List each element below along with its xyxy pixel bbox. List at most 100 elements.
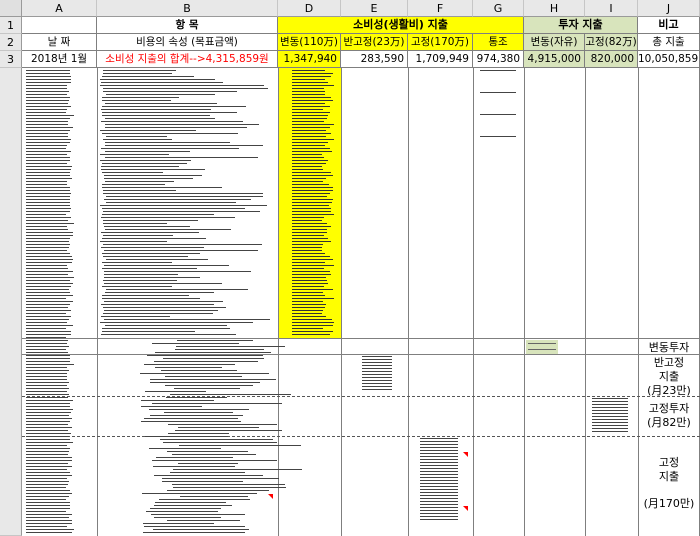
compressed-text (26, 82, 72, 83)
cell-inv-variable-total[interactable]: 4,915,000 (524, 51, 585, 68)
compressed-text (26, 373, 67, 374)
compressed-text (26, 148, 67, 149)
compressed-text (26, 241, 69, 242)
compressed-text (102, 100, 171, 101)
compressed-text (592, 419, 628, 420)
compressed-text (104, 175, 202, 176)
compressed-text (292, 325, 333, 326)
cell-grand-total[interactable]: 10,050,859 (638, 51, 700, 68)
compressed-text (26, 511, 67, 512)
compressed-text (26, 181, 67, 182)
comment-indicator[interactable] (463, 506, 468, 511)
cell-inv-fixed-total[interactable]: 820,000 (585, 51, 638, 68)
compressed-text (140, 373, 269, 374)
compressed-text (155, 457, 233, 458)
header-fixed[interactable]: 고정(170万) (408, 34, 473, 51)
compressed-text (26, 517, 70, 518)
compressed-text (102, 133, 238, 134)
compressed-text (26, 433, 71, 434)
compressed-text (362, 386, 392, 387)
compressed-text (26, 397, 69, 398)
header-semi-fixed[interactable]: 반고정(23万) (341, 34, 408, 51)
compressed-text (592, 413, 628, 414)
row-headers-compressed[interactable] (0, 68, 22, 536)
header-communication[interactable]: 통조 (473, 34, 524, 51)
compressed-text (26, 259, 74, 260)
header-investment[interactable]: 투자 지출 (524, 17, 638, 34)
compressed-text (292, 97, 332, 98)
compressed-text (292, 205, 329, 206)
cell-variable-total[interactable]: 1,347,940 (278, 51, 341, 68)
header-consumption[interactable]: 소비성(생활비) 지출 (278, 17, 524, 34)
cell-fixed-total[interactable]: 1,709,949 (408, 51, 473, 68)
column-header-b[interactable]: B (97, 0, 278, 17)
header-item[interactable]: 항 목 (97, 17, 278, 34)
compressed-text (26, 319, 70, 320)
compressed-text (26, 145, 67, 146)
header-inv-fixed[interactable]: 고정(82万) (585, 34, 638, 51)
header-date[interactable]: 날 짜 (22, 34, 97, 51)
compressed-text (292, 163, 326, 164)
compressed-text (104, 145, 264, 146)
cell-date[interactable]: 2018년 1월 (22, 51, 97, 68)
compressed-text (171, 454, 256, 455)
compressed-text (102, 88, 268, 89)
compressed-text (151, 403, 282, 404)
compressed-text (26, 169, 71, 170)
remark-fixed-expense-3: (月170만) (643, 497, 695, 510)
compressed-text (100, 169, 205, 170)
compressed-text (292, 286, 324, 287)
compressed-text (420, 447, 458, 448)
header-remark[interactable]: 비고 (638, 17, 700, 34)
compressed-text (480, 70, 516, 71)
compressed-text (26, 406, 71, 407)
column-header-d[interactable]: D (278, 0, 341, 17)
column-header-h[interactable]: H (524, 0, 585, 17)
compressed-text (103, 310, 218, 311)
compressed-text (292, 262, 325, 263)
compressed-text (26, 343, 67, 344)
compressed-text (292, 130, 327, 131)
compressed-text (167, 490, 270, 491)
select-all-corner[interactable] (0, 0, 22, 17)
compressed-text (26, 202, 71, 203)
compressed-text (101, 238, 206, 239)
row-header-1[interactable]: 1 (0, 17, 22, 34)
compressed-text (26, 328, 67, 329)
cell-summary[interactable]: 소비성 지출의 합계-->4,315,859원 (97, 51, 278, 68)
compressed-text (420, 495, 458, 496)
compressed-text (104, 124, 259, 125)
header-total[interactable]: 총 지출 (638, 34, 700, 51)
compressed-text (177, 463, 239, 464)
column-header-g[interactable]: G (473, 0, 524, 17)
column-header-f[interactable]: F (408, 0, 473, 17)
comment-indicator[interactable] (463, 452, 468, 457)
compressed-text (420, 468, 458, 469)
compressed-text (26, 523, 73, 524)
compressed-text (292, 193, 331, 194)
cell-a1[interactable] (22, 17, 97, 34)
compressed-text (26, 361, 71, 362)
compressed-text (167, 520, 240, 521)
compressed-text (26, 358, 71, 359)
compressed-text (420, 450, 458, 451)
compressed-text (292, 124, 334, 125)
header-attribute[interactable]: 비용의 속성 (목표금액) (97, 34, 278, 51)
compressed-text (162, 478, 280, 479)
column-header-e[interactable]: E (341, 0, 408, 17)
header-inv-variable[interactable]: 변동(자유) (524, 34, 585, 51)
compressed-text (292, 202, 332, 203)
row-header-2[interactable]: 2 (0, 34, 22, 51)
comment-indicator[interactable] (268, 494, 273, 499)
compressed-text (26, 385, 67, 386)
header-variable[interactable]: 변동(110万) (278, 34, 341, 51)
column-header-i[interactable]: I (585, 0, 638, 17)
column-header-a[interactable]: A (22, 0, 97, 17)
remark-fixed-expense-1: 고정 (658, 456, 680, 469)
cell-communication-total[interactable]: 974,380 (473, 51, 524, 68)
row-header-3[interactable]: 3 (0, 51, 22, 68)
compressed-text (292, 250, 323, 251)
compressed-text (292, 292, 324, 293)
cell-semi-fixed-total[interactable]: 283,590 (341, 51, 408, 68)
column-header-j[interactable]: J (638, 0, 700, 17)
